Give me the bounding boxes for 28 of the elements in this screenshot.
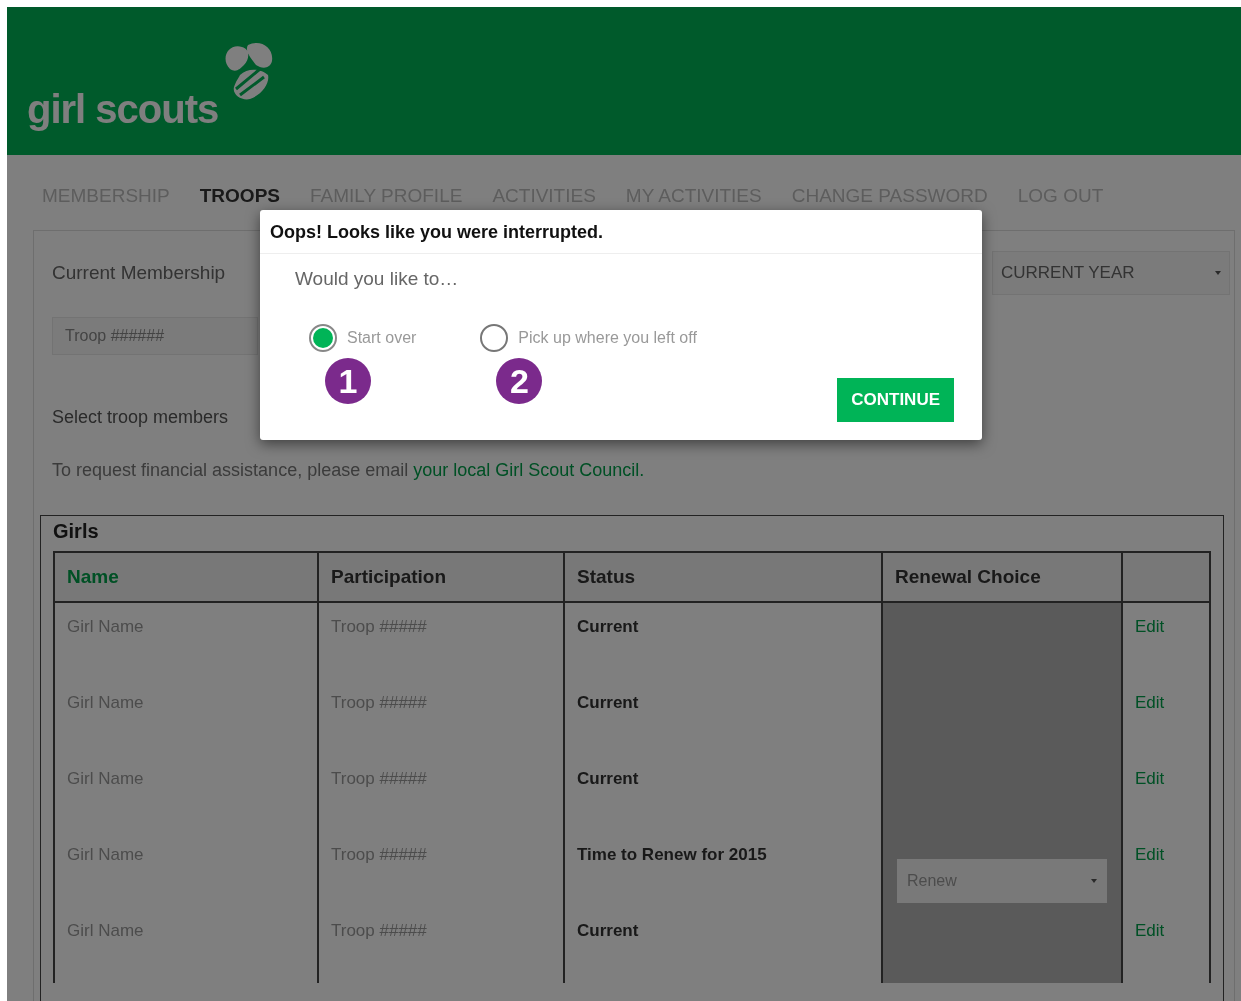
continue-button[interactable]: CONTINUE bbox=[837, 378, 954, 422]
assistance-text: To request financial assistance, please email your local Girl Scout Council. bbox=[52, 460, 646, 481]
caret-icon bbox=[1215, 271, 1221, 275]
dialog-prompt: Would you like to… bbox=[295, 268, 460, 290]
column-header: Renewal Choice bbox=[882, 552, 1122, 602]
option-label[interactable]: Pick up where you left off bbox=[518, 329, 697, 347]
column-header: Status bbox=[564, 552, 882, 602]
edit-link[interactable]: Edit bbox=[1135, 693, 1165, 712]
edit-link[interactable]: Edit bbox=[1135, 921, 1165, 940]
radio-button[interactable] bbox=[480, 324, 509, 352]
year-select[interactable]: CURRENT YEAR bbox=[992, 251, 1230, 295]
edit-link[interactable]: Edit bbox=[1135, 769, 1165, 788]
radio-button[interactable] bbox=[309, 324, 337, 352]
edit-link[interactable]: Edit bbox=[1135, 617, 1165, 636]
option-label[interactable]: Start over bbox=[347, 329, 417, 347]
section-title: Girls bbox=[53, 520, 100, 543]
column-header: Participation bbox=[318, 552, 564, 602]
edit-link[interactable]: Edit bbox=[1135, 845, 1165, 864]
membership-label: Current Membership bbox=[52, 262, 226, 284]
instructions-text: Select troop members bbox=[52, 407, 230, 428]
caret-icon bbox=[1091, 879, 1097, 883]
select-value: CURRENT YEAR bbox=[1001, 263, 1135, 283]
council-link[interactable]: your local Girl Scout Council. bbox=[413, 460, 645, 480]
step-number-badge: 2 bbox=[496, 358, 543, 404]
dialog-title: Oops! Looks like you were interrupted. bbox=[260, 210, 982, 254]
step-number-badge: 1 bbox=[325, 358, 371, 404]
column-header-link[interactable]: Name bbox=[54, 552, 318, 602]
logo-text[interactable]: girl scouts bbox=[27, 89, 219, 129]
